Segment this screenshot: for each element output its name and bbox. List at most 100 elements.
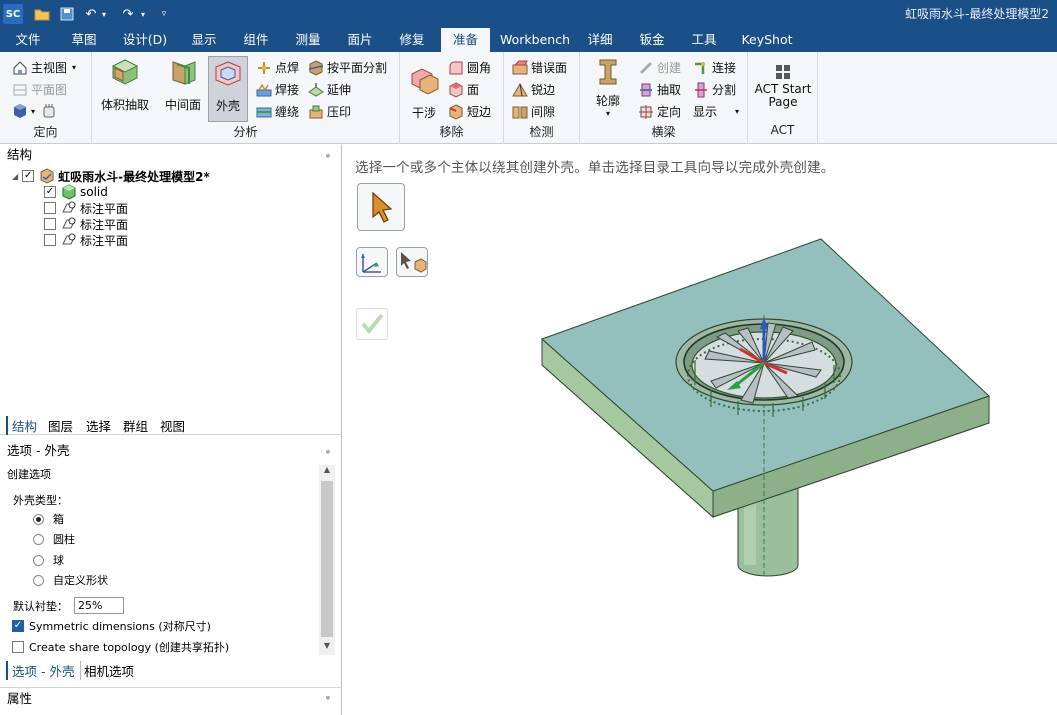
wrap-button[interactable]: 缠绕 bbox=[256, 103, 299, 120]
tab-sheet-metal[interactable]: 钣金 bbox=[632, 28, 672, 52]
tab-detail[interactable]: 详细 bbox=[580, 28, 620, 52]
create-beam-button[interactable]: 创建 bbox=[638, 59, 681, 76]
option-sphere-radio[interactable]: 球 bbox=[33, 552, 64, 568]
tab-groups[interactable]: 群组 bbox=[123, 416, 148, 435]
radio-button[interactable] bbox=[33, 513, 44, 525]
tab-selection[interactable]: 选择 bbox=[86, 416, 111, 435]
plane-visibility-checkbox[interactable] bbox=[44, 202, 56, 214]
tree-item-annotation-plane[interactable]: 标注平面 bbox=[44, 216, 128, 232]
chevron-down-icon[interactable]: ▾ bbox=[735, 107, 739, 116]
tab-design[interactable]: 设计(D) bbox=[118, 28, 172, 52]
tab-measure[interactable]: 测量 bbox=[288, 28, 328, 52]
option-box-radio[interactable]: 箱 bbox=[33, 511, 64, 527]
3d-viewport[interactable]: 选择一个或多个主体以绕其创建外壳。单击选择目录工具向导以完成外壳创建。 bbox=[343, 145, 1057, 715]
tab-views[interactable]: 视图 bbox=[160, 416, 185, 435]
short-edge-button[interactable]: 短边 bbox=[448, 103, 491, 120]
solid-visibility-checkbox[interactable]: ✓ bbox=[44, 186, 56, 198]
act-start-page-button[interactable]: ACT Start Page bbox=[754, 64, 812, 109]
connect-beam-button[interactable]: 连接 bbox=[693, 59, 736, 76]
tree-item-annotation-plane[interactable]: 标注平面 bbox=[44, 200, 128, 216]
sharp-edge-button[interactable]: 锐边 bbox=[512, 81, 555, 98]
face-button[interactable]: 面 bbox=[448, 81, 479, 98]
tree-item-solid[interactable]: ✓ solid bbox=[44, 184, 108, 200]
select-direction-tool[interactable] bbox=[356, 247, 388, 277]
plane-visibility-checkbox[interactable] bbox=[44, 218, 56, 230]
select-body-tool[interactable] bbox=[396, 247, 428, 277]
open-folder-icon[interactable] bbox=[33, 4, 51, 24]
imprint-button[interactable]: 压印 bbox=[308, 103, 351, 120]
tab-shell-options[interactable]: 选项 - 外壳 bbox=[6, 661, 82, 680]
customize-quick-access-icon[interactable]: ▿ bbox=[158, 4, 170, 24]
weld-button[interactable]: 焊接 bbox=[256, 81, 299, 98]
orient-cube-button[interactable]: ▾ bbox=[12, 103, 60, 119]
option-cylinder-radio[interactable]: 圆柱 bbox=[33, 531, 75, 547]
interference-button[interactable]: 干涉 bbox=[406, 56, 442, 121]
tab-sketch[interactable]: 草图 bbox=[64, 28, 104, 52]
split-by-plane-icon bbox=[308, 59, 324, 76]
symmetric-dimensions-option[interactable]: ✓ Symmetric dimensions (对称尺寸) bbox=[12, 618, 211, 634]
tab-keyshot[interactable]: KeyShot bbox=[740, 28, 794, 52]
redo-icon[interactable]: ↷ bbox=[119, 4, 137, 24]
tab-facets[interactable]: 面片 bbox=[340, 28, 380, 52]
profile-button[interactable]: 轮廓 ▾ bbox=[588, 56, 628, 118]
radio-button[interactable] bbox=[33, 554, 44, 566]
shell-button[interactable]: 外壳 bbox=[208, 56, 248, 122]
round-button[interactable]: 圆角 bbox=[448, 59, 491, 76]
pin-icon[interactable]: ᵩ bbox=[326, 146, 330, 164]
spot-weld-button[interactable]: 点焊 bbox=[256, 59, 299, 76]
radio-button[interactable] bbox=[33, 574, 44, 586]
display-beam-button[interactable]: 显示 ▾ bbox=[693, 103, 739, 120]
tree-item-annotation-plane[interactable]: 标注平面 bbox=[44, 232, 128, 248]
split-by-plane-button[interactable]: 按平面分割 bbox=[308, 59, 387, 76]
scroll-up-icon[interactable]: ▲ bbox=[319, 465, 335, 479]
chevron-down-icon[interactable]: ▾ bbox=[31, 107, 35, 116]
hand-pan-icon[interactable] bbox=[41, 103, 57, 119]
pin-icon[interactable]: ᵩ bbox=[326, 442, 330, 460]
scroll-down-icon[interactable]: ▼ bbox=[319, 641, 335, 655]
pin-icon[interactable]: ᵩ bbox=[326, 688, 330, 706]
undo-dropdown-icon[interactable]: ▾ bbox=[100, 4, 108, 24]
extend-button[interactable]: 延伸 bbox=[308, 81, 351, 98]
chevron-down-icon[interactable]: ▾ bbox=[72, 63, 76, 72]
plan-view-button[interactable]: 平面图 bbox=[12, 81, 67, 98]
orient-beam-button[interactable]: 定向 bbox=[638, 103, 681, 120]
chevron-down-icon[interactable]: ▾ bbox=[606, 109, 610, 118]
share-topology-option[interactable]: Create share topology (创建共享拓扑) bbox=[12, 639, 229, 655]
share-topology-checkbox[interactable] bbox=[12, 641, 24, 653]
tab-display[interactable]: 显示 bbox=[184, 28, 224, 52]
gap-button[interactable]: 间隙 bbox=[512, 103, 555, 120]
tree-root[interactable]: ◢ ✓ 虹吸雨水斗-最终处理模型2* bbox=[12, 168, 210, 184]
tab-layers[interactable]: 图层 bbox=[48, 416, 73, 435]
plane-visibility-checkbox[interactable] bbox=[44, 234, 56, 246]
redo-dropdown-icon[interactable]: ▾ bbox=[139, 4, 147, 24]
split-beam-button[interactable]: 分割 bbox=[693, 81, 736, 98]
tab-structure[interactable]: 结构 bbox=[6, 416, 37, 435]
select-tool-button[interactable] bbox=[357, 183, 405, 231]
padding-input[interactable] bbox=[74, 597, 124, 614]
options-scrollbar[interactable]: ▲ ▼ bbox=[319, 465, 335, 655]
scroll-thumb[interactable] bbox=[321, 481, 333, 637]
tab-prepare[interactable]: 准备 bbox=[441, 28, 490, 52]
save-icon[interactable] bbox=[58, 4, 76, 24]
complete-checkmark-button[interactable] bbox=[356, 308, 388, 340]
root-visibility-checkbox[interactable]: ✓ bbox=[22, 170, 35, 182]
option-custom-shape-radio[interactable]: 自定义形状 bbox=[33, 572, 108, 588]
tab-tools[interactable]: 工具 bbox=[684, 28, 724, 52]
model-render[interactable] bbox=[343, 145, 1057, 715]
app-logo[interactable]: SC bbox=[3, 4, 23, 24]
tab-camera-options[interactable]: 相机选项 bbox=[84, 661, 134, 680]
short-edge-icon bbox=[448, 103, 464, 120]
symmetric-checkbox[interactable]: ✓ bbox=[12, 620, 24, 632]
home-view-button[interactable]: 主视图 ▾ bbox=[12, 59, 76, 76]
extract-beam-button[interactable]: 抽取 bbox=[638, 81, 681, 98]
midsurface-button[interactable]: 中间面 bbox=[160, 56, 206, 113]
volume-extract-button[interactable]: 体积抽取 bbox=[98, 56, 152, 113]
error-face-button[interactable]: 错误面 bbox=[512, 59, 567, 76]
collapse-icon[interactable]: ◢ bbox=[12, 172, 18, 181]
radio-button[interactable] bbox=[33, 533, 44, 545]
undo-icon[interactable]: ↶ bbox=[82, 4, 100, 24]
tab-file[interactable]: 文件 bbox=[6, 28, 50, 52]
tab-repair[interactable]: 修复 bbox=[392, 28, 432, 52]
tab-workbench[interactable]: Workbench bbox=[500, 28, 570, 52]
tab-assembly[interactable]: 组件 bbox=[236, 28, 276, 52]
